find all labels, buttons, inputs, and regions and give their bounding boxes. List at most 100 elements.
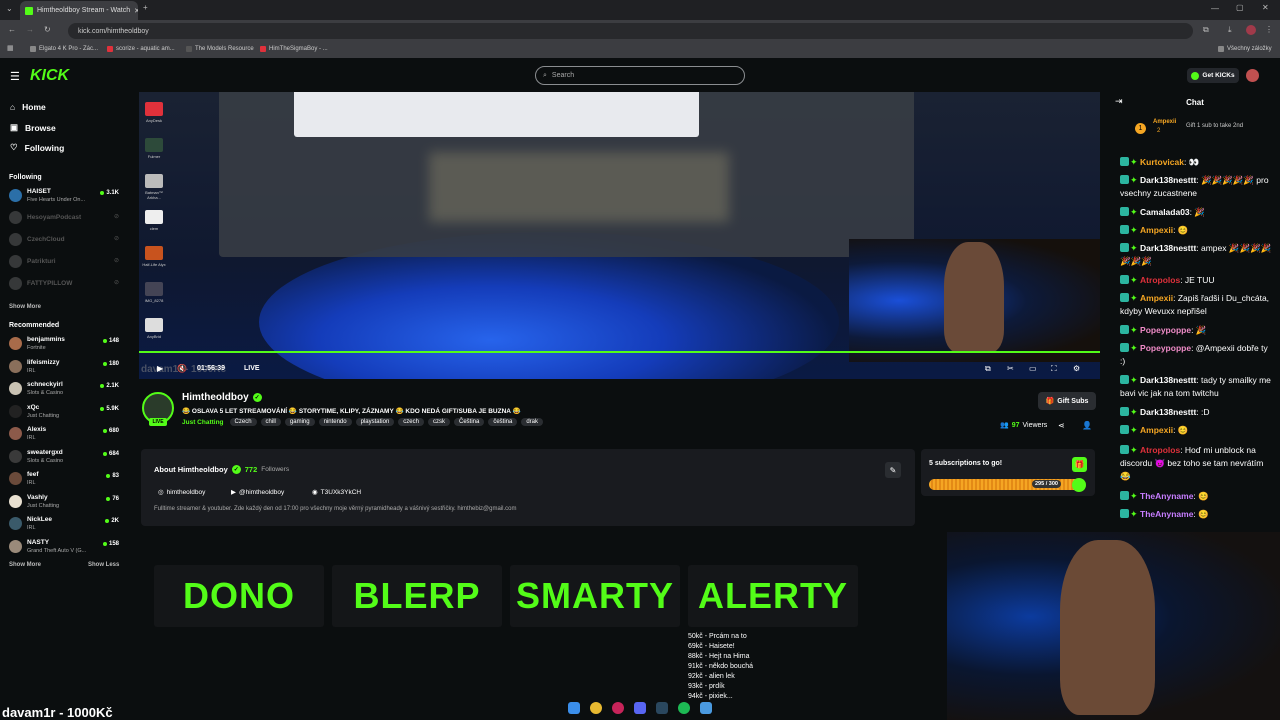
stream-tag[interactable]: Čeština [453,418,485,426]
live-progress-bar[interactable] [139,351,1100,353]
url-input[interactable]: kick.com/himtheoldboy [68,23,1193,39]
chat-username[interactable]: Ampexii [1140,225,1173,235]
follow-user-icon[interactable]: 👤 [1082,421,1092,430]
new-tab-icon[interactable]: + [143,3,148,12]
recommended-channel[interactable]: lifeismizzy IRL 180 [9,358,121,378]
recommended-channel[interactable]: schneckyirl Slots & Casino 2.1K [9,380,121,400]
fullscreen-icon[interactable]: ⛶ [1051,364,1057,374]
video-player[interactable]: AnyDesk Fulmer Batman™ Arkha... clem Half-Li… [139,92,1100,379]
recommended-channel[interactable]: sweatergxd Slots & Casino 684 [9,448,121,468]
play-icon[interactable]: ▶ [157,364,163,373]
chat-username[interactable]: Ampexii [1140,293,1173,303]
mute-icon[interactable]: 🔇 [177,364,187,373]
show-less-button[interactable]: Show Less [88,562,119,568]
chat-username[interactable]: Camalada03 [1140,207,1190,217]
chat-username[interactable]: Dark138nesttt [1140,407,1196,417]
youtube-link[interactable]: ▶ @himtheoldboy [231,488,284,497]
stream-tag[interactable]: drak [521,418,544,426]
nav-following[interactable]: ♡ Following [10,142,64,153]
chat-username[interactable]: Popeypoppe [1140,325,1191,335]
stream-tag[interactable]: čeština [488,418,518,426]
browser-tab[interactable]: Himtheoldboy Stream - Watch ✕ [20,1,138,20]
panel-alerty[interactable]: ALERTY [688,565,858,627]
extensions-icon[interactable]: ⧉ [1203,25,1209,35]
back-icon[interactable]: ← [8,25,16,34]
stream-tag[interactable]: gaming [284,418,315,426]
chat-username[interactable]: Dark138nesttt [1140,243,1196,253]
chat-username[interactable]: Kurtovicak [1140,157,1184,167]
recommended-channel[interactable]: feef IRL 83 [9,470,121,490]
stream-tag[interactable]: czech [398,418,424,426]
edit-pencil-icon[interactable]: ✎ [885,462,901,478]
following-channel[interactable]: FATTYPILLOW ⊘ [9,275,121,295]
recommended-channel[interactable]: NASTY Grand Theft Auto V (G... 158 [9,538,121,558]
channel-avatar [9,517,22,530]
subscribe-gift-icon[interactable]: 🎁 [1072,457,1087,472]
instagram-link[interactable]: ◎ himtheoldboy [158,488,205,497]
maximize-icon[interactable]: ▢ [1236,3,1244,12]
chat-username[interactable]: TheAnyname [1140,491,1193,501]
bookmark-item[interactable]: The Models Resource [186,46,254,52]
tab-close-icon[interactable]: ✕ [134,7,138,15]
miniplayer-icon[interactable]: ⧉ [985,364,991,374]
stream-tag[interactable]: Czech [229,418,257,426]
get-kicks-button[interactable]: Get KICKs [1187,68,1239,83]
search-input[interactable]: ⌕ Search [535,66,745,85]
og-badge-icon: ✦ [1130,325,1141,335]
chat-username[interactable]: Dark138nesttt [1140,175,1196,185]
show-more-button-2[interactable]: Show More [9,562,41,568]
panel-smarty[interactable]: SMARTY [510,565,680,627]
following-channel[interactable]: Patrikturi ⊘ [9,253,121,273]
stream-tag[interactable]: chill [260,418,281,426]
bookmark-item[interactable]: Elgato 4 K Pro - Zác... [30,46,98,52]
offline-icon: ⊘ [113,258,119,264]
recommended-channel[interactable]: Vashly Just Chatting 76 [9,493,121,513]
recommended-channel[interactable]: Alexis IRL 680 [9,425,121,445]
following-channel[interactable]: HesoyamPodcast ⊘ [9,209,121,229]
chat-username[interactable]: Atropolos [1140,275,1180,285]
show-more-button[interactable]: Show More [9,304,41,310]
chat-username[interactable]: Atropolos [1140,445,1180,455]
settings-gear-icon[interactable]: ⚙ [1073,364,1080,373]
stream-tag[interactable]: nintendo [318,418,352,426]
bookmark-item[interactable]: scorize - aquatic am... [107,46,175,52]
kick-logo[interactable]: KICK [30,67,69,85]
tab-list-icon[interactable]: ⌄ [6,4,13,13]
channel-name[interactable]: Himtheoldboy ✓ [182,392,262,403]
desktop-app-icon [145,102,163,116]
reload-icon[interactable]: ↻ [44,25,51,34]
category-link[interactable]: Just Chatting [182,419,224,426]
hamburger-menu-icon[interactable]: ☰ [10,70,20,83]
panel-blerp[interactable]: BLERP [332,565,502,627]
window-close-icon[interactable]: ✕ [1262,3,1269,12]
bookmark-item[interactable]: HimTheSigmaBoy - ... [260,46,328,52]
browser-menu-icon[interactable]: ⋮ [1265,25,1273,34]
stream-tag[interactable]: playstation [355,418,395,426]
all-bookmarks[interactable]: Všechny záložky [1218,46,1272,52]
download-icon[interactable]: ⤓ [1228,25,1232,35]
stream-tag[interactable]: czsk [427,418,450,426]
nav-home[interactable]: ⌂ Home [10,102,46,112]
nav-browse[interactable]: ▣ Browse [10,122,56,133]
user-avatar[interactable] [1246,69,1259,82]
forward-icon[interactable]: → [26,25,34,34]
minimize-icon[interactable]: — [1211,4,1219,13]
recommended-channel[interactable]: NickLee IRL 2K [9,515,121,535]
clip-icon[interactable]: ✂ [1007,364,1014,373]
chat-username[interactable]: TheAnyname [1140,509,1193,519]
following-channel[interactable]: HAISET Five Hearts Under On... 3.1K [9,187,121,207]
channel-category: IRL [27,435,36,441]
theater-icon[interactable]: ▭ [1029,364,1037,373]
discord-link[interactable]: ◉ T3UXk3YkCH [312,488,361,497]
following-channel[interactable]: CzechCloud ⊘ [9,231,121,251]
chat-username[interactable]: Ampexii [1140,425,1173,435]
recommended-channel[interactable]: xQc Just Chatting 5.9K [9,403,121,423]
profile-avatar[interactable] [1246,25,1256,35]
chat-username[interactable]: Popeypoppe [1140,343,1191,353]
apps-grid-icon[interactable]: ▦ [7,44,14,52]
chat-username[interactable]: Dark138nesttt [1140,375,1196,385]
gift-subs-button[interactable]: 🎁 Gift Subs [1038,392,1096,410]
share-icon[interactable]: ⋖ [1058,421,1065,430]
recommended-channel[interactable]: benjammins Fortnite 148 [9,335,121,355]
panel-dono[interactable]: DONO [154,565,324,627]
